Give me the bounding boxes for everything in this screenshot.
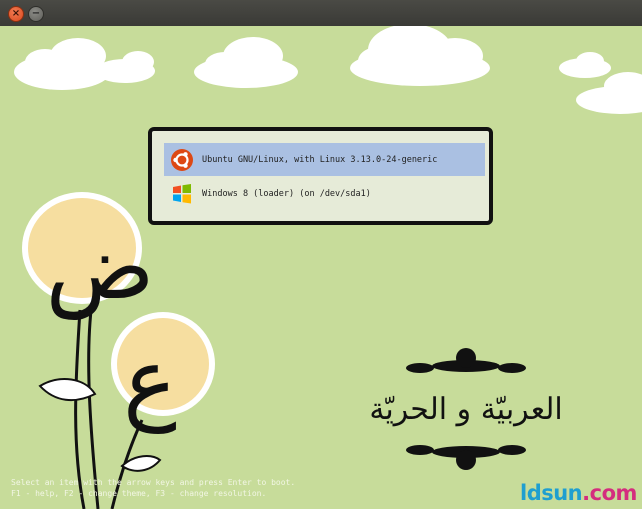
close-icon: × <box>11 8 21 19</box>
boot-theme-background: ض ع <box>14 26 642 509</box>
clouds <box>14 26 642 114</box>
cloud-left <box>14 38 110 90</box>
cloud-right-big <box>350 26 490 86</box>
site-watermark: ldsun.com <box>520 481 637 505</box>
cloud-far-right <box>559 52 611 78</box>
minimize-icon: − <box>31 8 41 19</box>
watermark-tld: .com <box>582 481 637 505</box>
help-text: Select an item with the arrow keys and p… <box>11 477 295 499</box>
letter-top: ض <box>46 215 155 320</box>
minimize-button[interactable]: − <box>28 6 44 22</box>
cloud-bottom-right <box>576 72 642 114</box>
help-line-1: Select an item with the arrow keys and p… <box>11 478 296 487</box>
letter-bottom: ع <box>123 329 177 434</box>
watermark-name: ldsun <box>520 481 583 505</box>
close-button[interactable]: × <box>8 6 24 22</box>
cloud-center <box>194 37 298 88</box>
boot-entry-ubuntu[interactable]: Ubuntu GNU/Linux, with Linux 3.13.0-24-g… <box>164 143 485 176</box>
help-line-2: F1 - help, F2 - change theme, F3 - chang… <box>11 489 267 498</box>
windows-logo-icon <box>173 183 191 203</box>
boot-entry-windows[interactable]: Windows 8 (loader) (on /dev/sda1) <box>164 177 485 210</box>
window-titlebar: × − <box>0 0 642 26</box>
boot-menu: Ubuntu GNU/Linux, with Linux 3.13.0-24-g… <box>148 127 493 225</box>
boot-entry-label: Ubuntu GNU/Linux, with Linux 3.13.0-24-g… <box>202 154 438 165</box>
flower-illustration: ض ع <box>22 192 215 509</box>
theme-title-arabic: العربيّة و الحريّة <box>369 392 563 427</box>
ubuntu-logo-icon <box>171 148 193 171</box>
boot-entry-label: Windows 8 (loader) (on /dev/sda1) <box>202 188 371 199</box>
